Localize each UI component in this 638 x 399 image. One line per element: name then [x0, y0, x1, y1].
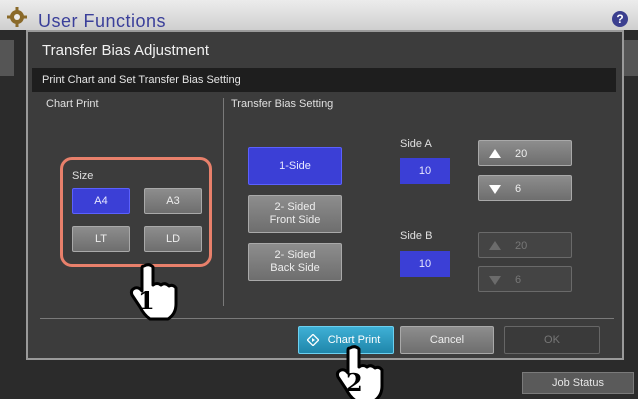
mode-2-sided-front-button[interactable]: 2- Sided Front Side [248, 195, 342, 233]
callout-hand-2: 2 [334, 344, 388, 399]
side-b-up-button[interactable]: 20 [478, 232, 572, 258]
callout-number-1: 1 [138, 286, 155, 315]
side-a-up-value: 20 [515, 148, 528, 160]
down-arrow-icon [489, 185, 501, 194]
dialog-subtitle-bar: Print Chart and Set Transfer Bias Settin… [32, 68, 616, 92]
help-button[interactable]: ? [612, 11, 628, 27]
dialog-title: Transfer Bias Adjustment [42, 42, 210, 59]
screen: User Functions ? Job Status Transfer Bia… [0, 0, 638, 399]
gear-icon [7, 7, 27, 27]
side-a-down-value: 6 [515, 183, 522, 195]
side-b-down-button[interactable]: 6 [478, 266, 572, 292]
right-edge-panel [624, 40, 638, 76]
callout-hand-1: 1 [128, 262, 182, 329]
section-divider [223, 98, 224, 306]
side-b-value: 10 [400, 251, 450, 277]
callout-number-2: 2 [346, 368, 363, 397]
dialog-subtitle: Print Chart and Set Transfer Bias Settin… [42, 74, 241, 86]
app-title: User Functions [38, 11, 167, 31]
side-a-value: 10 [400, 158, 450, 184]
size-label: Size [72, 170, 94, 182]
size-ld-button[interactable]: LD [144, 226, 202, 252]
mode-1-side-button[interactable]: 1-Side [248, 147, 342, 185]
ok-button[interactable]: OK [504, 326, 600, 354]
up-arrow-icon [489, 149, 501, 158]
transfer-bias-dialog: Transfer Bias Adjustment Print Chart and… [26, 30, 624, 360]
side-a-up-button[interactable]: 20 [478, 140, 572, 166]
side-b-up-value: 20 [515, 240, 528, 252]
mode-2-sided-back-button[interactable]: 2- Sided Back Side [248, 243, 342, 281]
transfer-bias-section-label: Transfer Bias Setting [231, 98, 334, 110]
size-lt-button[interactable]: LT [72, 226, 130, 252]
job-status-button[interactable]: Job Status [522, 372, 634, 394]
app-header: User Functions ? [0, 0, 638, 31]
footer-divider [40, 318, 614, 319]
size-a3-button[interactable]: A3 [144, 188, 202, 214]
side-a-label: Side A [400, 138, 432, 150]
start-icon [307, 334, 319, 346]
side-b-label: Side B [400, 230, 433, 242]
size-a4-button[interactable]: A4 [72, 188, 130, 214]
chart-print-section-label: Chart Print [46, 98, 99, 110]
side-b-down-value: 6 [515, 274, 522, 286]
down-arrow-icon [489, 276, 501, 285]
up-arrow-icon [489, 241, 501, 250]
pointing-hand-icon [129, 263, 178, 321]
left-edge-panel [0, 40, 14, 76]
cancel-button[interactable]: Cancel [400, 326, 494, 354]
side-a-down-button[interactable]: 6 [478, 175, 572, 201]
